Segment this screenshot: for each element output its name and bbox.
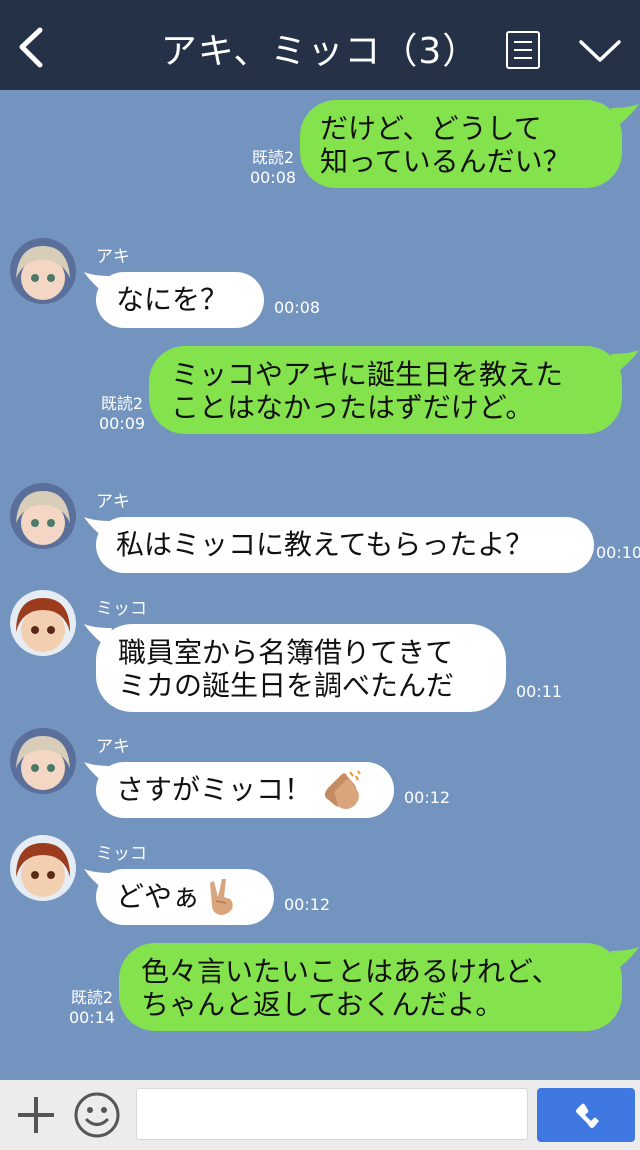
message-time: 00:10 bbox=[596, 543, 640, 562]
avatar-aki[interactable] bbox=[10, 238, 76, 304]
phone-icon bbox=[576, 1103, 599, 1128]
message-bubble-incoming[interactable]: どやぁ bbox=[96, 869, 274, 925]
message-time: 00:11 bbox=[516, 682, 563, 701]
avatar-mikko[interactable] bbox=[10, 835, 76, 901]
read-receipt: 既読2 00:09 bbox=[98, 394, 146, 433]
menu-list-icon[interactable] bbox=[506, 31, 540, 69]
message-bubble-outgoing[interactable]: 色々言いたいことはあるけれど、 ちゃんと返しておくんだよ。 bbox=[119, 943, 622, 1031]
sender-name: アキ bbox=[96, 492, 130, 512]
header-bar: アキ、ミッコ（3） bbox=[0, 0, 640, 90]
sender-name: ミッコ bbox=[96, 844, 147, 864]
message-bubble-outgoing[interactable]: ミッコやアキに誕生日を教えた ことはなかったはずだけど。 bbox=[149, 346, 622, 434]
bubble-tail bbox=[611, 947, 639, 971]
read-receipt: 既読2 00:14 bbox=[68, 988, 116, 1027]
plus-icon[interactable] bbox=[14, 1093, 58, 1137]
message-bubble-incoming[interactable]: さすがミッコ！ bbox=[96, 762, 394, 818]
message-input[interactable] bbox=[136, 1088, 528, 1140]
chevron-down-icon[interactable] bbox=[578, 38, 622, 64]
message-time: 00:08 bbox=[274, 298, 321, 317]
chat-title: アキ、ミッコ（3） bbox=[160, 31, 480, 72]
message-time: 00:12 bbox=[404, 788, 451, 807]
input-bar bbox=[0, 1080, 640, 1150]
message-time: 00:12 bbox=[284, 895, 331, 914]
smiley-icon[interactable] bbox=[73, 1091, 121, 1139]
message-list[interactable]: 既読2 00:08 だけど、どうして 知っているんだい？ アキ なにを？ 00:0… bbox=[0, 90, 640, 1080]
message-bubble-incoming[interactable]: 職員室から名簿借りてきて ミカの誕生日を調べたんだ bbox=[96, 624, 506, 712]
victory-hand-icon bbox=[210, 879, 233, 915]
sender-name: アキ bbox=[96, 737, 130, 757]
avatar-mikko[interactable] bbox=[10, 590, 76, 656]
avatar-aki[interactable] bbox=[10, 728, 76, 794]
sender-name: アキ bbox=[96, 247, 130, 267]
message-bubble-outgoing[interactable]: だけど、どうして 知っているんだい？ bbox=[300, 100, 622, 188]
sender-name: ミッコ bbox=[96, 599, 147, 619]
clapping-hands-icon bbox=[324, 770, 361, 809]
read-receipt: 既読2 00:08 bbox=[249, 148, 297, 187]
call-button[interactable] bbox=[537, 1088, 635, 1142]
bubble-tail bbox=[611, 350, 639, 374]
message-bubble-incoming[interactable]: 私はミッコに教えてもらったよ？ bbox=[96, 517, 594, 573]
avatar-aki[interactable] bbox=[10, 483, 76, 549]
message-bubble-incoming[interactable]: なにを？ bbox=[96, 272, 264, 328]
bubble-tail bbox=[611, 104, 639, 128]
